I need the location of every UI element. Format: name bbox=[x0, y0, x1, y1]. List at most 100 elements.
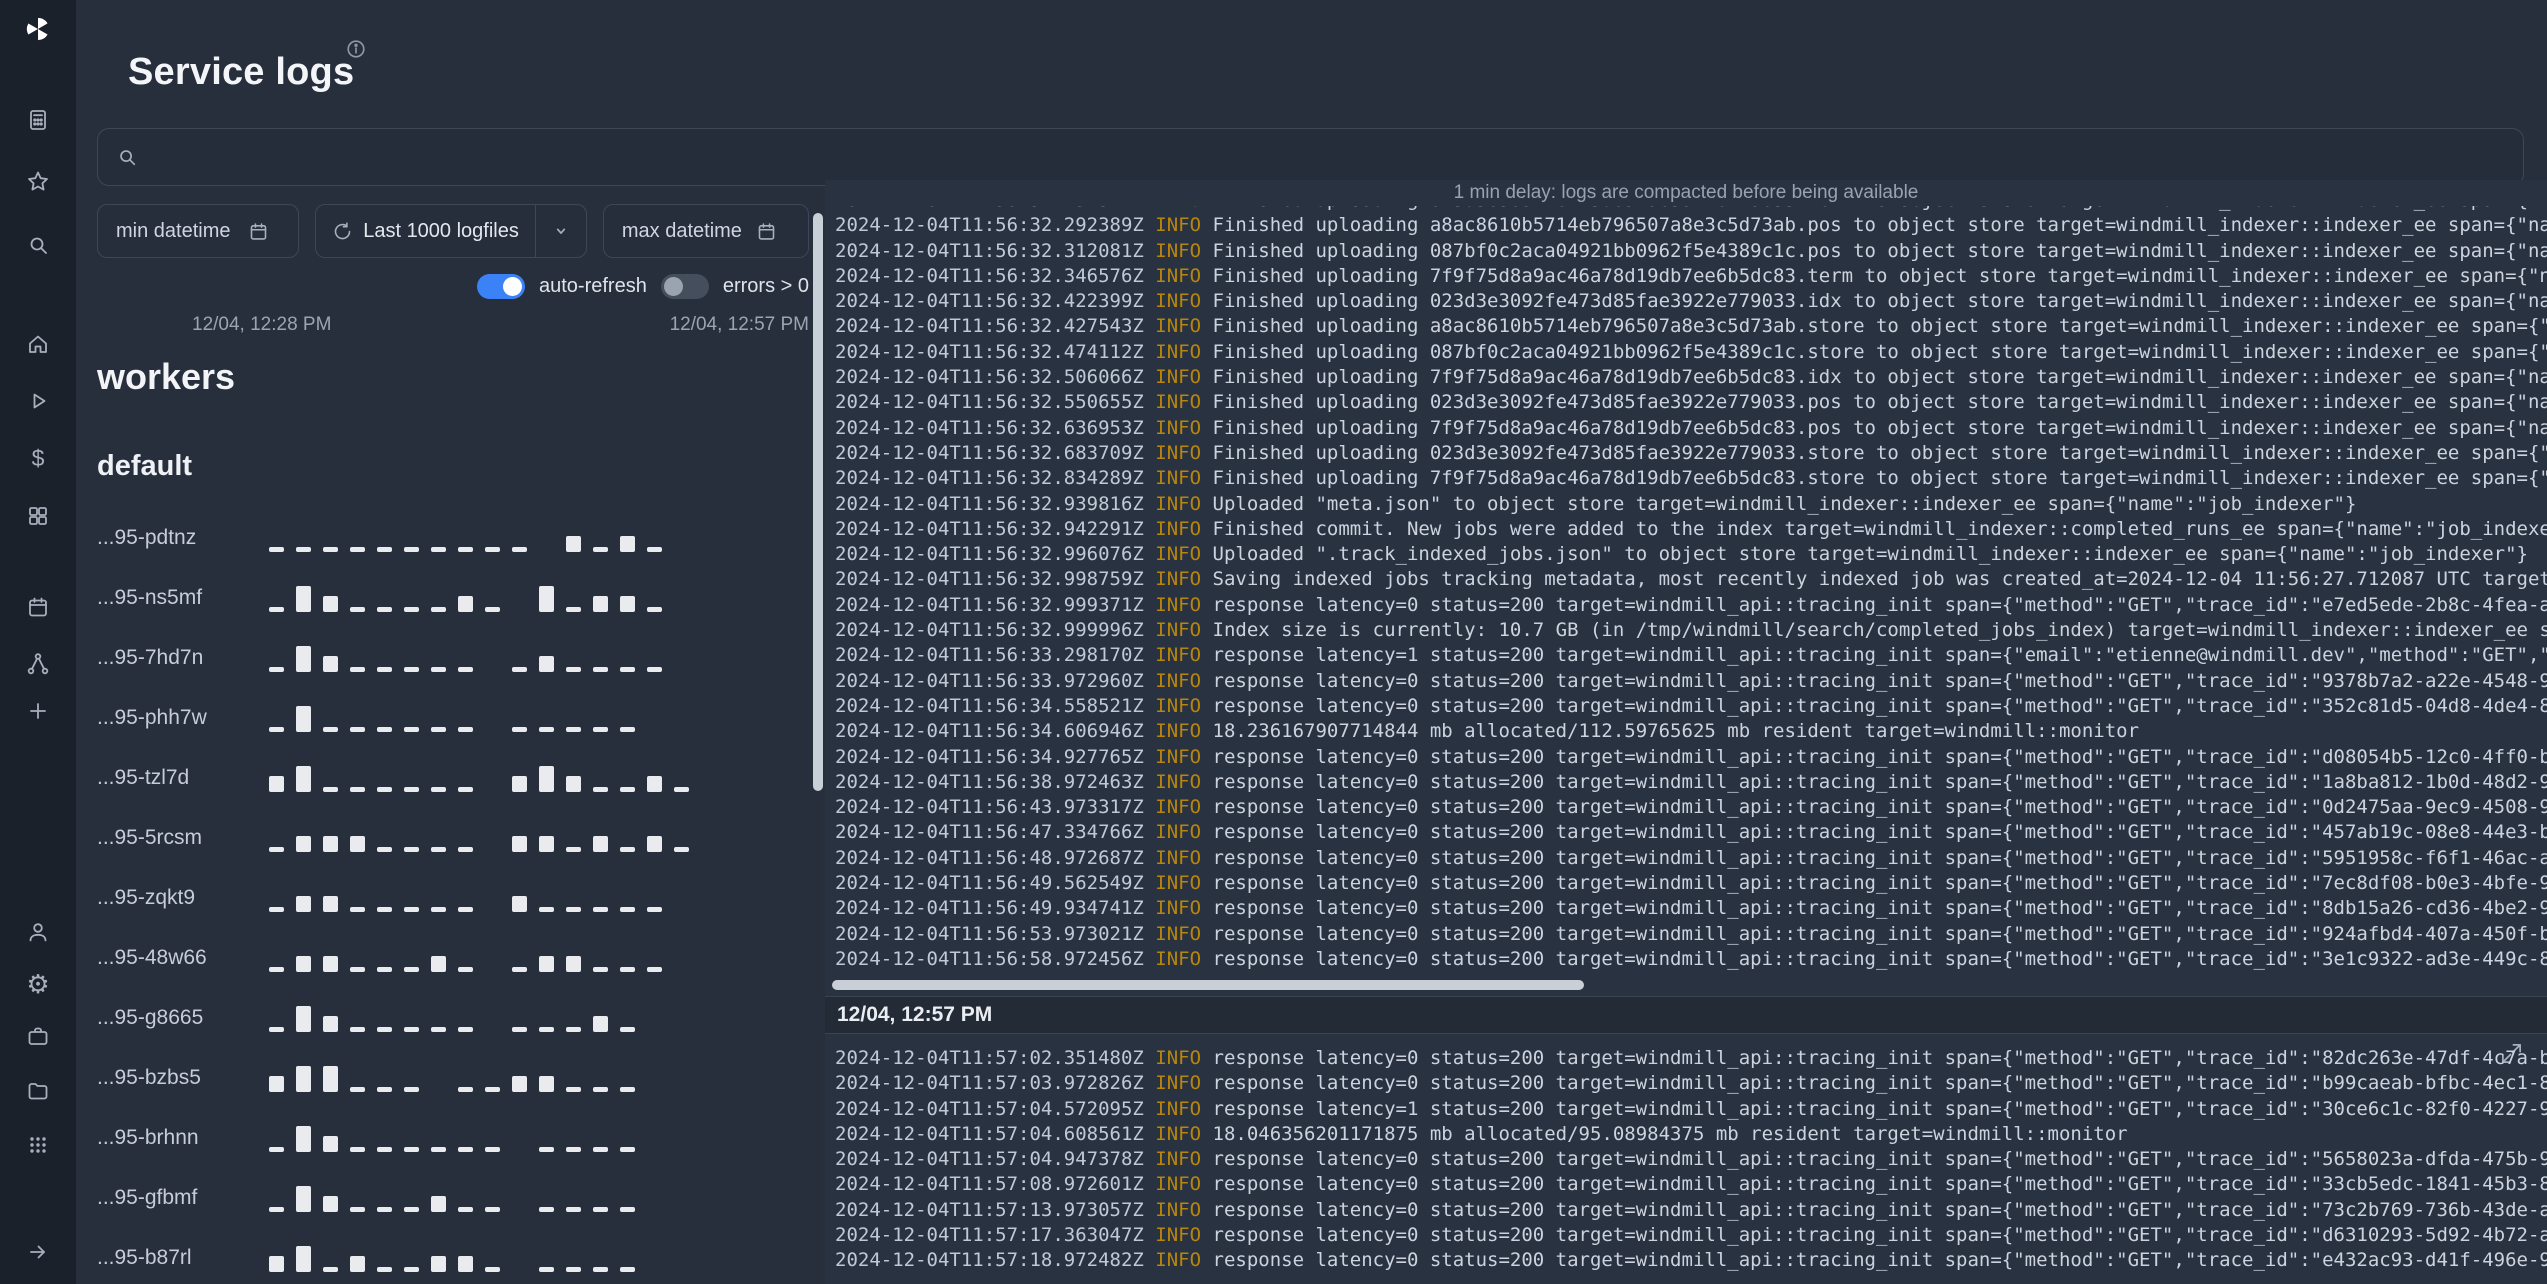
auto-refresh-label: auto-refresh bbox=[539, 275, 647, 298]
log-line: 2024-12-04T11:57:03.972826Z INFO respons… bbox=[835, 1071, 2547, 1096]
workers-scrollbar[interactable] bbox=[813, 213, 823, 791]
worker-activity-sparkline bbox=[269, 584, 809, 612]
min-datetime-input[interactable] bbox=[114, 219, 238, 244]
expand-sidebar-icon[interactable] bbox=[25, 1239, 51, 1265]
log-line: 2024-12-04T11:56:32.346576Z INFO Finishe… bbox=[835, 264, 2547, 289]
worker-activity-sparkline bbox=[269, 884, 809, 912]
log-line: 2024-12-04T11:56:34.558521Z INFO respons… bbox=[835, 694, 2547, 719]
schedules-icon[interactable] bbox=[25, 594, 51, 620]
worker-row[interactable]: ...95-48w66 bbox=[97, 928, 809, 988]
log-line: 2024-12-04T11:56:32.312081Z INFO Finishe… bbox=[835, 239, 2547, 264]
resources-icon[interactable] bbox=[25, 503, 51, 529]
log-line: 2024-12-04T11:56:32.254311Z INFO Finishe… bbox=[835, 206, 2547, 213]
triggers-icon[interactable] bbox=[25, 651, 51, 677]
log-line: 2024-12-04T11:56:32.422399Z INFO Finishe… bbox=[835, 289, 2547, 314]
max-datetime-field[interactable] bbox=[603, 204, 809, 258]
worker-row[interactable]: ...95-tzl7d bbox=[97, 748, 809, 808]
folders-icon[interactable] bbox=[25, 1078, 51, 1104]
worker-row[interactable]: ...95-phh7w bbox=[97, 688, 809, 748]
worker-row[interactable]: ...95-ns5mf bbox=[97, 568, 809, 628]
worker-row[interactable]: ...95-7hd7n bbox=[97, 628, 809, 688]
worker-activity-sparkline bbox=[269, 1244, 809, 1272]
log-section-top[interactable]: 2024-12-04T11:56:32.254311Z INFO Finishe… bbox=[835, 206, 2547, 972]
worker-activity-sparkline bbox=[269, 1124, 809, 1152]
worker-row[interactable]: ...95-bzbs5 bbox=[97, 1048, 809, 1108]
log-line: 2024-12-04T11:57:04.947378Z INFO respons… bbox=[835, 1147, 2547, 1172]
log-line: 2024-12-04T11:56:32.636953Z INFO Finishe… bbox=[835, 416, 2547, 441]
info-icon[interactable] bbox=[345, 38, 367, 65]
calendar-icon[interactable] bbox=[756, 221, 777, 242]
search-icon bbox=[116, 146, 138, 168]
worker-activity-sparkline bbox=[269, 644, 809, 672]
worker-name: ...95-brhnn bbox=[97, 1126, 269, 1150]
worker-name: ...95-pdtnz bbox=[97, 526, 269, 550]
log-horizontal-scrollbar[interactable] bbox=[832, 980, 1584, 990]
range-start: 12/04, 12:28 PM bbox=[192, 314, 331, 336]
calculator-icon[interactable] bbox=[25, 107, 51, 133]
worker-row[interactable]: ...95-brhnn bbox=[97, 1108, 809, 1168]
worker-activity-sparkline bbox=[269, 524, 809, 552]
workers-icon[interactable] bbox=[25, 1023, 51, 1049]
range-end: 12/04, 12:57 PM bbox=[670, 314, 809, 336]
log-line: 2024-12-04T11:56:32.999371Z INFO respons… bbox=[835, 593, 2547, 618]
sidebar: $ ⚙ bbox=[0, 0, 76, 1284]
search-input[interactable] bbox=[150, 144, 2505, 170]
log-line: 2024-12-04T11:56:32.474112Z INFO Finishe… bbox=[835, 340, 2547, 365]
log-section-bottom[interactable]: 2024-12-04T11:57:02.351480Z INFO respons… bbox=[835, 1046, 2547, 1278]
calendar-icon[interactable] bbox=[248, 221, 269, 242]
page-title: Service logs bbox=[128, 51, 354, 94]
log-line: 2024-12-04T11:56:58.972456Z INFO respons… bbox=[835, 947, 2547, 972]
star-icon[interactable] bbox=[25, 168, 51, 194]
worker-row[interactable]: ...95-pdtnz bbox=[97, 508, 809, 568]
search-bar bbox=[97, 128, 2524, 186]
log-panel: 1 min delay: logs are compacted before b… bbox=[825, 180, 2547, 1284]
auto-refresh-toggle[interactable] bbox=[477, 274, 525, 299]
log-line: 2024-12-04T11:56:33.972960Z INFO respons… bbox=[835, 669, 2547, 694]
logfiles-refresh-button[interactable]: Last 1000 logfiles bbox=[316, 205, 535, 257]
settings-icon[interactable]: ⚙ bbox=[25, 971, 51, 997]
variables-icon[interactable]: $ bbox=[25, 445, 51, 471]
errors-toggle[interactable] bbox=[661, 274, 709, 299]
workers-list: ...95-pdtnz ...95-ns5mf...95-7hd7n ...95-p… bbox=[97, 508, 809, 1284]
log-line: 2024-12-04T11:56:32.683709Z INFO Finishe… bbox=[835, 441, 2547, 466]
filters-row: Last 1000 logfiles bbox=[97, 204, 809, 258]
log-line: 2024-12-04T11:56:32.999996Z INFO Index s… bbox=[835, 618, 2547, 643]
worker-row[interactable]: ...95-zqkt9 bbox=[97, 868, 809, 928]
worker-row[interactable]: ...95-g8665 bbox=[97, 988, 809, 1048]
search-icon[interactable] bbox=[25, 232, 51, 258]
workers-title: workers bbox=[97, 356, 235, 398]
chevron-down-icon bbox=[551, 221, 571, 241]
log-line: 2024-12-04T11:56:32.939816Z INFO Uploade… bbox=[835, 492, 2547, 517]
worker-name: ...95-phh7w bbox=[97, 706, 269, 730]
worker-activity-sparkline bbox=[269, 944, 809, 972]
log-line: 2024-12-04T11:57:04.572095Z INFO respons… bbox=[835, 1097, 2547, 1122]
date-range-row: 12/04, 12:28 PM 12/04, 12:57 PM bbox=[97, 314, 809, 336]
log-line: 2024-12-04T11:56:32.998759Z INFO Saving … bbox=[835, 567, 2547, 592]
worker-group-title: default bbox=[97, 450, 192, 483]
logfiles-dropdown-button[interactable] bbox=[535, 205, 586, 257]
worker-name: ...95-tzl7d bbox=[97, 766, 269, 790]
log-section-header: 12/04, 12:57 PM bbox=[825, 996, 2547, 1034]
log-line: 2024-12-04T11:56:48.972687Z INFO respons… bbox=[835, 846, 2547, 871]
refresh-icon bbox=[332, 221, 353, 242]
windmill-logo[interactable] bbox=[23, 14, 53, 44]
worker-row[interactable]: ...95-gfbmf bbox=[97, 1168, 809, 1228]
worker-row[interactable]: ...95-b87rl bbox=[97, 1228, 809, 1284]
errors-label: errors > 0 bbox=[723, 275, 809, 298]
log-line: 2024-12-04T11:57:08.972601Z INFO respons… bbox=[835, 1172, 2547, 1197]
toggles-row: auto-refresh errors > 0 bbox=[97, 274, 809, 299]
worker-activity-sparkline bbox=[269, 1004, 809, 1032]
logfiles-select: Last 1000 logfiles bbox=[315, 204, 587, 258]
worker-row[interactable]: ...95-5rcsm bbox=[97, 808, 809, 868]
user-icon[interactable] bbox=[25, 919, 51, 945]
log-line: 2024-12-04T11:56:32.292389Z INFO Finishe… bbox=[835, 213, 2547, 238]
plus-icon[interactable] bbox=[25, 698, 51, 724]
log-line: 2024-12-04T11:57:17.363047Z INFO respons… bbox=[835, 1223, 2547, 1248]
log-line: 2024-12-04T11:56:32.427543Z INFO Finishe… bbox=[835, 314, 2547, 339]
max-datetime-input[interactable] bbox=[620, 219, 746, 244]
log-line: 2024-12-04T11:56:53.973021Z INFO respons… bbox=[835, 922, 2547, 947]
runs-icon[interactable] bbox=[25, 388, 51, 414]
home-icon[interactable] bbox=[25, 331, 51, 357]
apps-grid-icon[interactable] bbox=[25, 1132, 51, 1158]
min-datetime-field[interactable] bbox=[97, 204, 299, 258]
